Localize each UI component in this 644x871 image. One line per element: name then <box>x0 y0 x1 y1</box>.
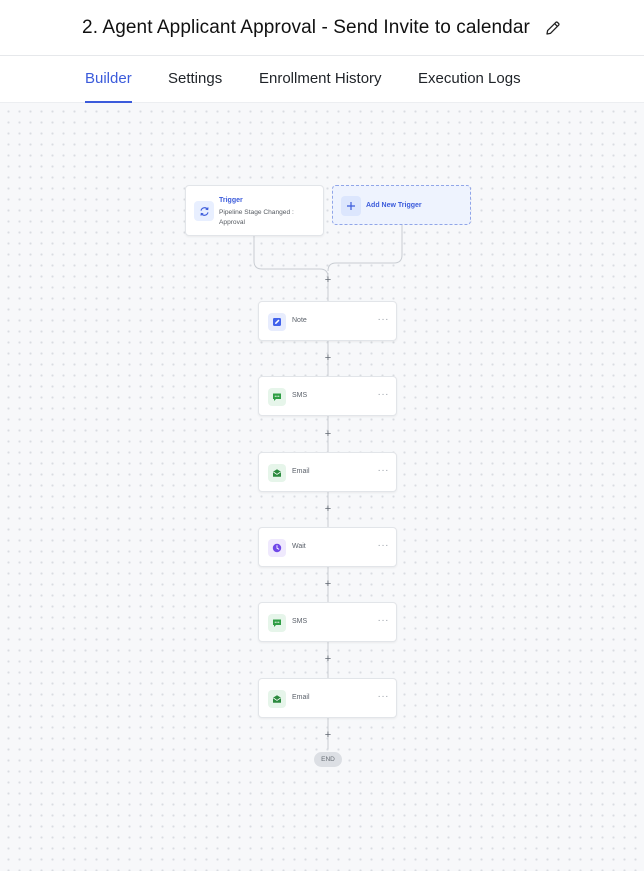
pencil-icon[interactable] <box>544 19 562 37</box>
step-label: SMS <box>292 618 308 625</box>
step-wait[interactable]: Wait ··· <box>258 527 397 567</box>
tab-enrollment-history[interactable]: Enrollment History <box>259 70 382 103</box>
end-marker: END <box>314 752 342 767</box>
envelope-icon <box>268 690 286 708</box>
add-step-button[interactable]: + <box>321 427 335 441</box>
step-email[interactable]: Email ··· <box>258 678 397 718</box>
more-options-icon[interactable]: ··· <box>378 615 390 626</box>
step-label: Note <box>292 317 307 324</box>
add-step-button[interactable]: + <box>321 652 335 666</box>
clock-icon <box>268 539 286 557</box>
add-new-trigger-label: Add New Trigger <box>366 202 422 209</box>
step-label: Email <box>292 468 310 475</box>
step-email[interactable]: Email ··· <box>258 452 397 492</box>
more-options-icon[interactable]: ··· <box>378 389 390 400</box>
plus-icon <box>341 196 361 216</box>
more-options-icon[interactable]: ··· <box>378 540 390 551</box>
chat-icon <box>268 388 286 406</box>
step-sms[interactable]: SMS ··· <box>258 376 397 416</box>
tab-bar: Builder Settings Enrollment History Exec… <box>0 56 644 103</box>
step-sms[interactable]: SMS ··· <box>258 602 397 642</box>
add-new-trigger-button[interactable]: Add New Trigger <box>332 185 471 225</box>
tab-execution-logs[interactable]: Execution Logs <box>418 70 521 103</box>
add-step-button[interactable]: + <box>321 728 335 742</box>
more-options-icon[interactable]: ··· <box>378 465 390 476</box>
more-options-icon[interactable]: ··· <box>378 691 390 702</box>
trigger-title: Trigger <box>219 197 243 204</box>
tab-settings[interactable]: Settings <box>168 70 222 103</box>
workflow-canvas[interactable]: Trigger Pipeline Stage Changed : Approva… <box>0 103 644 871</box>
envelope-icon <box>268 464 286 482</box>
add-step-button[interactable]: + <box>321 273 335 287</box>
workflow-header: 2. Agent Applicant Approval - Send Invit… <box>0 0 644 56</box>
note-icon <box>268 313 286 331</box>
step-note[interactable]: Note ··· <box>258 301 397 341</box>
chat-icon <box>268 614 286 632</box>
step-label: Email <box>292 694 310 701</box>
trigger-card[interactable]: Trigger Pipeline Stage Changed : Approva… <box>185 185 324 236</box>
trigger-subtitle: Pipeline Stage Changed : Approval <box>219 209 294 226</box>
add-step-button[interactable]: + <box>321 351 335 365</box>
more-options-icon[interactable]: ··· <box>378 314 390 325</box>
step-label: Wait <box>292 543 306 550</box>
add-step-button[interactable]: + <box>321 502 335 516</box>
tab-builder[interactable]: Builder <box>85 70 132 103</box>
add-step-button[interactable]: + <box>321 577 335 591</box>
refresh-icon <box>194 201 214 221</box>
step-label: SMS <box>292 392 308 399</box>
workflow-title: 2. Agent Applicant Approval - Send Invit… <box>82 16 530 38</box>
